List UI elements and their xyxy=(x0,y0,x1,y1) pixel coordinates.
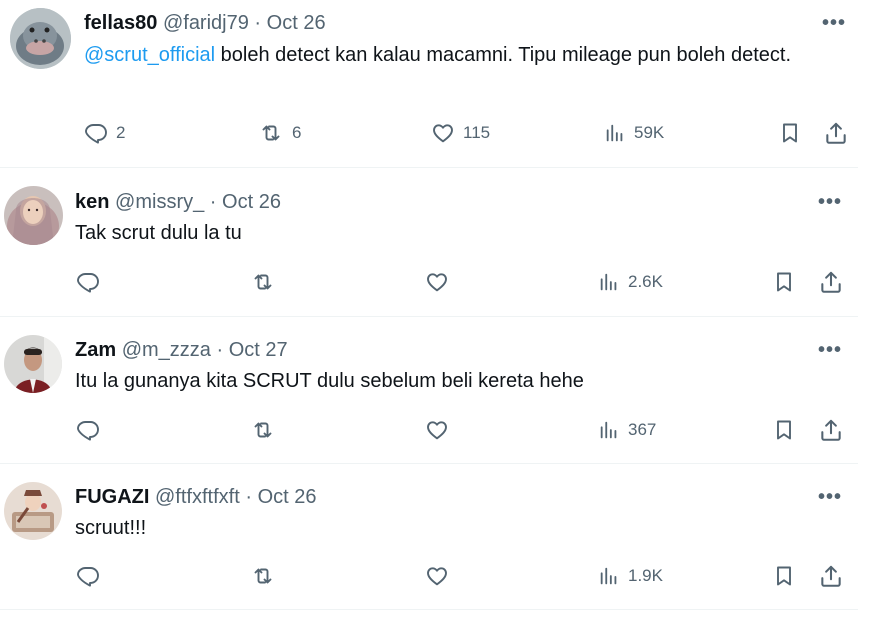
views-icon xyxy=(598,418,620,442)
display-name[interactable]: Zam xyxy=(75,339,116,361)
avatar[interactable] xyxy=(10,8,71,69)
tweet-date[interactable]: Oct 27 xyxy=(229,339,288,361)
divider xyxy=(0,609,858,610)
share-button[interactable] xyxy=(823,120,849,146)
tweet-main[interactable]: fellas80 @faridj79 · Oct 26 ••• @scrut_o… xyxy=(0,0,872,167)
reply-button[interactable]: 2 xyxy=(84,121,125,145)
views-count: 59K xyxy=(634,123,665,142)
retweet-icon xyxy=(250,418,276,442)
share-button[interactable] xyxy=(818,563,844,589)
like-icon xyxy=(425,270,449,294)
retweet-button[interactable]: 6 xyxy=(258,121,301,145)
bookmark-icon xyxy=(772,418,796,442)
avatar[interactable] xyxy=(4,186,63,245)
bookmark-icon xyxy=(772,270,796,294)
mention-link[interactable]: @scrut_official xyxy=(84,44,215,66)
tweet-header: fellas80 @faridj79 · Oct 26 xyxy=(84,11,326,35)
tweet-text: Tak scrut dulu la tu xyxy=(75,222,242,244)
avatar[interactable] xyxy=(4,482,62,540)
bookmark-button[interactable] xyxy=(772,418,796,442)
separator-dot: · xyxy=(209,191,217,213)
reply-button[interactable] xyxy=(76,564,100,588)
views-count: 367 xyxy=(628,420,657,439)
tweet-text-content: boleh detect kan kalau macamni. Tipu mil… xyxy=(215,44,792,66)
reply-button[interactable] xyxy=(76,270,100,294)
user-handle[interactable]: @faridj79 xyxy=(163,12,249,34)
avatar-hippo-image xyxy=(10,8,71,69)
display-name[interactable]: ken xyxy=(75,191,109,213)
tweet-header: FUGAZI @ftfxftfxft · Oct 26 xyxy=(75,485,316,509)
reply-feed: fellas80 @faridj79 · Oct 26 ••• @scrut_o… xyxy=(0,0,888,632)
tweet-date[interactable]: Oct 26 xyxy=(222,191,281,213)
display-name[interactable]: FUGAZI xyxy=(75,486,149,508)
like-button[interactable] xyxy=(425,418,449,442)
reply-icon xyxy=(76,564,100,588)
more-icon[interactable]: ••• xyxy=(818,487,842,507)
share-button[interactable] xyxy=(818,269,844,295)
like-button[interactable] xyxy=(425,270,449,294)
tweet-header: ken @missry_ · Oct 26 xyxy=(75,190,281,214)
more-icon[interactable]: ••• xyxy=(818,192,842,212)
reply-icon xyxy=(76,270,100,294)
bookmark-button[interactable] xyxy=(772,270,796,294)
like-button[interactable] xyxy=(425,564,449,588)
views-icon xyxy=(598,564,620,588)
more-icon[interactable]: ••• xyxy=(818,340,842,360)
retweet-icon xyxy=(258,121,284,145)
separator-dot: · xyxy=(216,339,224,361)
retweet-icon xyxy=(250,564,276,588)
avatar[interactable] xyxy=(4,335,62,393)
avatar-man-image xyxy=(4,335,62,393)
avatar-cartoon-image xyxy=(4,482,62,540)
more-icon[interactable]: ••• xyxy=(822,13,846,33)
views-button[interactable]: 1.9K xyxy=(598,564,663,588)
views-count: 1.9K xyxy=(628,566,663,585)
tweet-header: Zam @m_zzza · Oct 27 xyxy=(75,338,288,362)
reply-count: 2 xyxy=(116,123,126,142)
bookmark-button[interactable] xyxy=(778,121,802,145)
tweet-reply[interactable]: FUGAZI @ftfxftfxft · Oct 26 ••• scruut!!… xyxy=(0,464,872,609)
retweet-count: 6 xyxy=(292,123,302,142)
views-count: 2.6K xyxy=(628,272,663,291)
tweet-date[interactable]: Oct 26 xyxy=(267,12,326,34)
share-icon xyxy=(818,269,844,295)
views-icon xyxy=(604,121,626,145)
like-icon xyxy=(425,418,449,442)
views-button[interactable]: 59K xyxy=(604,121,664,145)
like-count: 115 xyxy=(463,123,491,142)
reply-icon xyxy=(84,121,108,145)
tweet-text: scruut!!! xyxy=(75,517,147,539)
reply-button[interactable] xyxy=(76,418,100,442)
retweet-button[interactable] xyxy=(250,564,276,588)
share-icon xyxy=(818,563,844,589)
tweet-text: @scrut_official boleh detect kan kalau m… xyxy=(84,40,844,71)
separator-dot: · xyxy=(245,486,252,508)
user-handle[interactable]: @missry_ xyxy=(115,191,204,213)
user-handle[interactable]: @ftfxftfxft xyxy=(155,486,240,508)
views-button[interactable]: 367 xyxy=(598,418,656,442)
like-button[interactable]: 115 xyxy=(431,121,490,145)
retweet-icon xyxy=(250,270,276,294)
bookmark-button[interactable] xyxy=(772,564,796,588)
display-name[interactable]: fellas80 xyxy=(84,12,157,34)
like-icon xyxy=(425,564,449,588)
share-icon xyxy=(823,120,849,146)
share-icon xyxy=(818,417,844,443)
like-icon xyxy=(431,121,455,145)
retweet-button[interactable] xyxy=(250,418,276,442)
tweet-reply[interactable]: Zam @m_zzza · Oct 27 ••• Itu la gunanya … xyxy=(0,317,872,463)
separator-dot: · xyxy=(254,12,262,34)
tweet-date[interactable]: Oct 26 xyxy=(258,486,317,508)
tweet-text: Itu la gunanya kita SCRUT dulu sebelum b… xyxy=(75,370,584,392)
bookmark-icon xyxy=(772,564,796,588)
views-icon xyxy=(598,270,620,294)
avatar-hijab-image xyxy=(4,186,63,245)
user-handle[interactable]: @m_zzza xyxy=(122,339,211,361)
views-button[interactable]: 2.6K xyxy=(598,270,663,294)
tweet-reply[interactable]: ken @missry_ · Oct 26 ••• Tak scrut dulu… xyxy=(0,168,872,316)
share-button[interactable] xyxy=(818,417,844,443)
bookmark-icon xyxy=(778,121,802,145)
retweet-button[interactable] xyxy=(250,270,276,294)
reply-icon xyxy=(76,418,100,442)
